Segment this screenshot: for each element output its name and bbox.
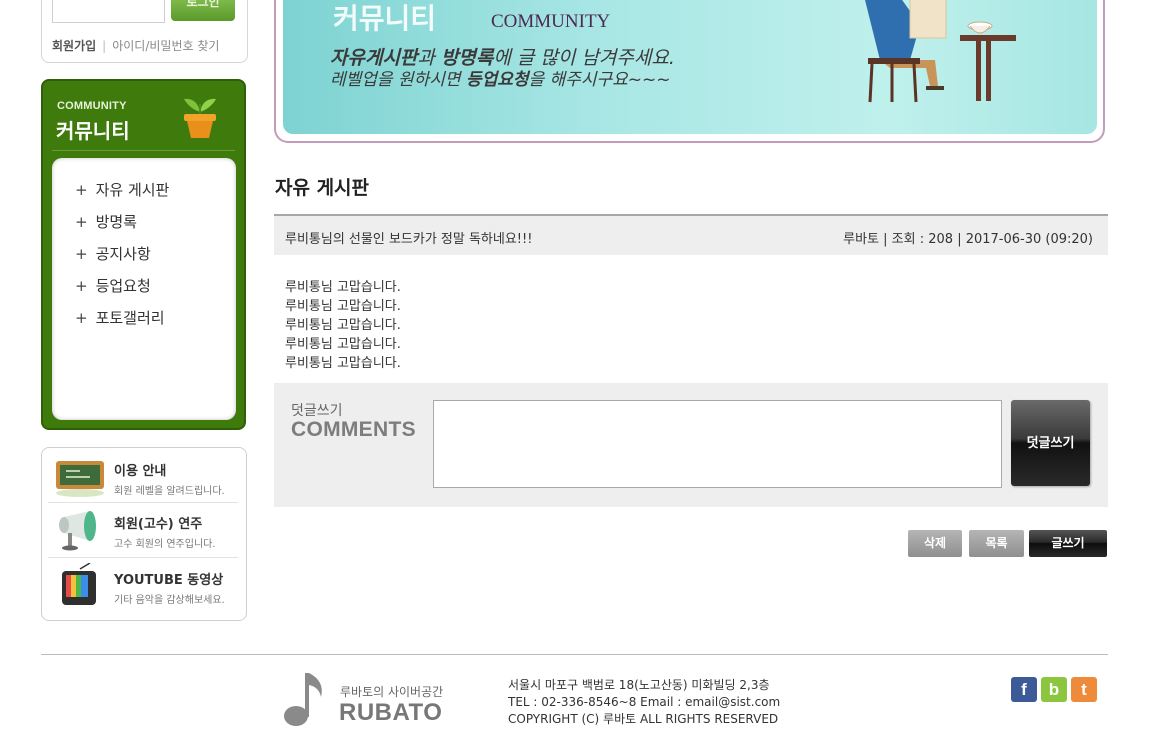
comment-submit-button[interactable]: 덧글쓰기 [1011, 400, 1090, 486]
write-button[interactable]: 글쓰기 [1029, 530, 1107, 557]
chalkboard-icon[interactable] [50, 455, 110, 499]
cafe-illustration [865, 0, 1016, 103]
post-body-line: 루비통님 고맙습니다. [285, 280, 401, 295]
post-subject: 루비통님의 선물인 보드카가 정말 독하네요!!! [285, 232, 533, 247]
tv-icon[interactable] [50, 563, 110, 607]
info-title-youtube[interactable]: YOUTUBE 동영상 [114, 569, 223, 588]
post-body-line: 루비통님 고맙습니다. [285, 299, 401, 314]
footer-brand-subtitle: 루바토의 사이버공간 [340, 685, 444, 699]
sidebar-item-photo-gallery[interactable]: + 포토갤러리 [75, 307, 165, 328]
banner-message-line2: 레벨업을 원하시면 등업요청을 해주시구요~~~ [330, 70, 671, 90]
footer-info: 서울시 마포구 백범로 18(노고산동) 미화빌딩 2,3층 TEL : 02-… [508, 677, 780, 728]
footer-address: 서울시 마포구 백범로 18(노고산동) 미화빌딩 2,3층 [508, 678, 770, 692]
post-body: 루비통님 고맙습니다. 루비통님 고맙습니다. 루비통님 고맙습니다. 루비통님… [285, 278, 401, 373]
page-title: 자유 게시판 [275, 177, 370, 199]
banner-title-en: COMMUNITY [491, 11, 611, 32]
community-title: 커뮤니티 [56, 119, 130, 143]
footer-logo[interactable]: RUBATO [339, 699, 442, 727]
info-title-guide[interactable]: 이용 안내 [114, 460, 166, 479]
community-title-en: COMMUNITY [57, 100, 127, 112]
facebook-icon[interactable]: f [1011, 677, 1037, 702]
sidebar-item-guestbook[interactable]: + 방명록 [75, 211, 137, 232]
login-links: 회원가입 | 아이디/비밀번호 찾기 [52, 37, 219, 54]
banner-title-ko: 커뮤니티 [333, 2, 437, 35]
sidebar-item-notice[interactable]: + 공지사항 [75, 243, 151, 264]
login-password-input[interactable] [52, 0, 165, 23]
twitter-icon[interactable]: t [1071, 677, 1097, 702]
megaphone-icon[interactable] [50, 507, 110, 551]
list-button[interactable]: 목록 [969, 530, 1024, 557]
post-meta: 루바토 | 조회 : 208 | 2017-06-30 (09:20) [843, 232, 1093, 247]
comment-label-en: COMMENTS [291, 418, 416, 441]
footer-divider [41, 654, 1108, 655]
info-desc-guide: 회원 레벨을 알려드립니다. [114, 486, 225, 497]
sidebar-item-free-board[interactable]: + 자유 게시판 [75, 179, 169, 200]
info-desc-youtube: 기타 음악을 감상해보세요. [114, 595, 225, 606]
login-button[interactable]: 로그인 [171, 0, 235, 21]
comment-textarea[interactable] [433, 400, 1002, 488]
join-link[interactable]: 회원가입 [52, 39, 96, 53]
music-note-icon [284, 673, 322, 726]
info-title-performance[interactable]: 회원(고수) 연주 [114, 513, 202, 532]
blog-icon[interactable]: b [1041, 677, 1067, 702]
footer-copyright: COPYRIGHT (C) 루바토 ALL RIGHTS RESERVED [508, 712, 779, 726]
post-body-line: 루비통님 고맙습니다. [285, 318, 401, 333]
info-desc-performance: 고수 회원의 연주입니다. [114, 539, 216, 550]
delete-button[interactable]: 삭제 [908, 530, 962, 557]
post-body-line: 루비통님 고맙습니다. [285, 337, 401, 352]
footer-contact: TEL : 02-336-8546~8 Email : email@sist.c… [508, 695, 781, 709]
info-divider [48, 502, 238, 503]
info-divider [48, 557, 238, 558]
sidebar-item-level-request[interactable]: + 등업요청 [75, 275, 151, 296]
community-divider [52, 150, 235, 151]
comment-label-ko: 덧글쓰기 [291, 403, 343, 419]
find-account-link[interactable]: 아이디/비밀번호 찾기 [112, 39, 219, 53]
plant-pot-icon [184, 98, 216, 138]
post-body-line: 루비통님 고맙습니다. [285, 356, 401, 371]
link-separator: | [102, 39, 107, 53]
